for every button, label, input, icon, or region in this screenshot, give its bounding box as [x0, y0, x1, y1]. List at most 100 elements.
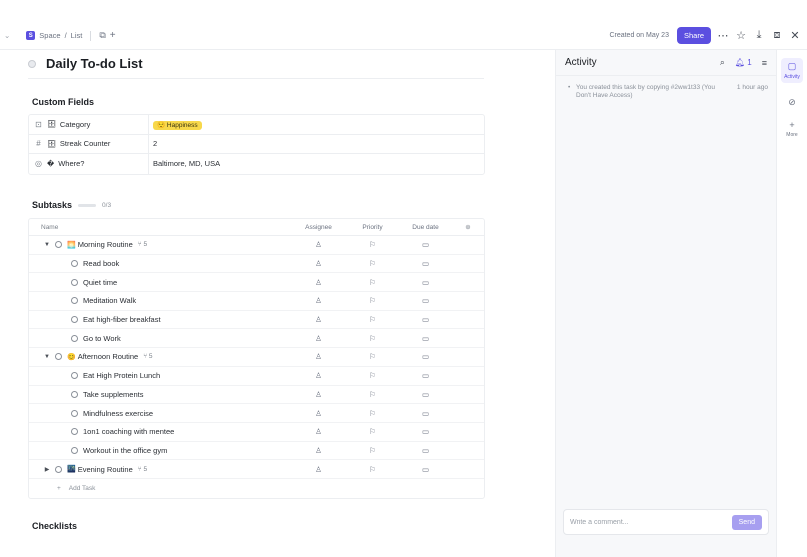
due-date-icon[interactable]: ▭	[399, 409, 452, 418]
table-row[interactable]: Meditation Walk ♙ ⚐ ▭	[29, 292, 484, 311]
add-column-icon[interactable]: ⊕	[452, 223, 484, 231]
subtask-name[interactable]: Mindfulness exercise	[83, 409, 153, 418]
location-value[interactable]: Baltimore, MD, USA	[149, 159, 220, 168]
assignee-icon[interactable]: ♙	[291, 334, 346, 343]
column-name[interactable]: Name	[29, 224, 291, 231]
table-row[interactable]: Eat High Protein Lunch ♙ ⚐ ▭	[29, 367, 484, 386]
status-circle-icon[interactable]	[71, 372, 78, 380]
table-row[interactable]: Mindfulness exercise ♙ ⚐ ▭	[29, 404, 484, 423]
column-priority[interactable]: Priority	[346, 224, 399, 231]
add-icon[interactable]: +	[110, 30, 116, 41]
task-type-icon[interactable]: ⧉	[99, 30, 105, 41]
status-circle-icon[interactable]	[71, 390, 78, 398]
status-circle-icon[interactable]	[71, 260, 78, 268]
page-title[interactable]: Daily To-do List	[46, 56, 143, 71]
priority-flag-icon[interactable]: ⚐	[346, 409, 399, 418]
due-date-icon[interactable]: ▭	[399, 371, 452, 380]
rail-links[interactable]: ⊘	[777, 97, 807, 108]
due-date-icon[interactable]: ▭	[399, 240, 452, 249]
status-circle-icon[interactable]	[71, 316, 78, 324]
assignee-icon[interactable]: ♙	[291, 371, 346, 380]
table-row[interactable]: Go to Work ♙ ⚐ ▭	[29, 329, 484, 349]
table-row[interactable]: ▼ 🌅 Morning Routine ⑂ 5 ♙ ⚐ ▭	[29, 236, 484, 255]
column-due-date[interactable]: Due date	[399, 224, 452, 231]
status-icon[interactable]	[28, 59, 36, 68]
assignee-icon[interactable]: ♙	[291, 390, 346, 399]
table-row[interactable]: 1on1 coaching with mentee ♙ ⚐ ▭	[29, 423, 484, 442]
rail-activity[interactable]: ▢ Activity	[777, 58, 807, 83]
subtask-name[interactable]: Go to Work	[83, 334, 121, 343]
due-date-icon[interactable]: ▭	[399, 334, 452, 343]
assignee-icon[interactable]: ♙	[291, 315, 346, 324]
priority-flag-icon[interactable]: ⚐	[346, 278, 399, 287]
category-tag[interactable]: 😌 Happiness	[153, 120, 202, 130]
subtask-name[interactable]: Quiet time	[83, 278, 117, 287]
expand-icon[interactable]: ⧈	[771, 29, 783, 42]
priority-flag-icon[interactable]: ⚐	[346, 446, 399, 455]
due-date-icon[interactable]: ▭	[399, 352, 452, 361]
table-row[interactable]: Quiet time ♙ ⚐ ▭	[29, 273, 484, 293]
assignee-icon[interactable]: ♙	[291, 296, 346, 305]
assignee-icon[interactable]: ♙	[291, 259, 346, 268]
collapse-caret-icon[interactable]: ▼	[44, 242, 50, 248]
table-row[interactable]: Read book ♙ ⚐ ▭	[29, 255, 484, 274]
chevron-down-icon[interactable]: ⌄	[4, 31, 10, 40]
subtask-name[interactable]: Read book	[83, 259, 119, 268]
table-row[interactable]: Take supplements ♙ ⚐ ▭	[29, 386, 484, 405]
subtask-name[interactable]: Afternoon Routine	[78, 352, 138, 361]
subtask-name[interactable]: Evening Routine	[78, 465, 133, 474]
assignee-icon[interactable]: ♙	[291, 278, 346, 287]
add-task-button[interactable]: + Add Task	[29, 479, 484, 498]
status-circle-icon[interactable]	[55, 465, 62, 473]
priority-flag-icon[interactable]: ⚐	[346, 465, 399, 474]
download-icon[interactable]: ⤓	[753, 29, 765, 42]
priority-flag-icon[interactable]: ⚐	[346, 427, 399, 436]
status-circle-icon[interactable]	[71, 278, 78, 286]
bell-icon[interactable]: 🔔︎ 1	[735, 58, 752, 67]
due-date-icon[interactable]: ▭	[399, 427, 452, 436]
breadcrumb-space[interactable]: Space	[39, 31, 60, 40]
breadcrumb-list[interactable]: List	[71, 31, 83, 40]
assignee-icon[interactable]: ♙	[291, 240, 346, 249]
due-date-icon[interactable]: ▭	[399, 446, 452, 455]
subtask-name[interactable]: Meditation Walk	[83, 296, 136, 305]
table-row[interactable]: ▶ 🌃 Evening Routine ⑂ 5 ♙ ⚐ ▭	[29, 460, 484, 479]
status-circle-icon[interactable]	[71, 446, 78, 454]
expand-caret-icon[interactable]: ▶	[44, 466, 50, 473]
comment-input[interactable]	[570, 518, 732, 526]
subtask-name[interactable]: Morning Routine	[78, 240, 133, 249]
status-circle-icon[interactable]	[55, 241, 62, 249]
status-circle-icon[interactable]	[71, 409, 78, 417]
search-icon[interactable]: ⌕	[720, 57, 725, 68]
assignee-icon[interactable]: ♙	[291, 409, 346, 418]
due-date-icon[interactable]: ▭	[399, 259, 452, 268]
table-row[interactable]: ▼ 😊 Afternoon Routine ⑂ 5 ♙ ⚐ ▭	[29, 348, 484, 367]
priority-flag-icon[interactable]: ⚐	[346, 352, 399, 361]
due-date-icon[interactable]: ▭	[399, 278, 452, 287]
due-date-icon[interactable]: ▭	[399, 296, 452, 305]
status-circle-icon[interactable]	[71, 428, 78, 436]
priority-flag-icon[interactable]: ⚐	[346, 259, 399, 268]
table-row[interactable]: Eat high-fiber breakfast ♙ ⚐ ▭	[29, 311, 484, 330]
priority-flag-icon[interactable]: ⚐	[346, 315, 399, 324]
table-row[interactable]: Workout in the office gym ♙ ⚐ ▭	[29, 442, 484, 461]
filter-icon[interactable]: ≡	[762, 58, 767, 68]
rail-more[interactable]: + More	[777, 120, 807, 138]
assignee-icon[interactable]: ♙	[291, 427, 346, 436]
assignee-icon[interactable]: ♙	[291, 465, 346, 474]
priority-flag-icon[interactable]: ⚐	[346, 390, 399, 399]
due-date-icon[interactable]: ▭	[399, 390, 452, 399]
close-icon[interactable]: ✕	[789, 29, 801, 42]
subtask-name[interactable]: 1on1 coaching with mentee	[83, 427, 174, 436]
subtask-name[interactable]: Eat high-fiber breakfast	[83, 315, 161, 324]
more-options-icon[interactable]: ⋯	[717, 29, 729, 42]
priority-flag-icon[interactable]: ⚐	[346, 334, 399, 343]
due-date-icon[interactable]: ▭	[399, 315, 452, 324]
assignee-icon[interactable]: ♙	[291, 352, 346, 361]
subtask-name[interactable]: Workout in the office gym	[83, 446, 167, 455]
status-circle-icon[interactable]	[55, 353, 62, 361]
streak-counter-value[interactable]: 2	[149, 139, 157, 148]
priority-flag-icon[interactable]: ⚐	[346, 296, 399, 305]
due-date-icon[interactable]: ▭	[399, 465, 452, 474]
share-button[interactable]: Share	[676, 27, 711, 44]
